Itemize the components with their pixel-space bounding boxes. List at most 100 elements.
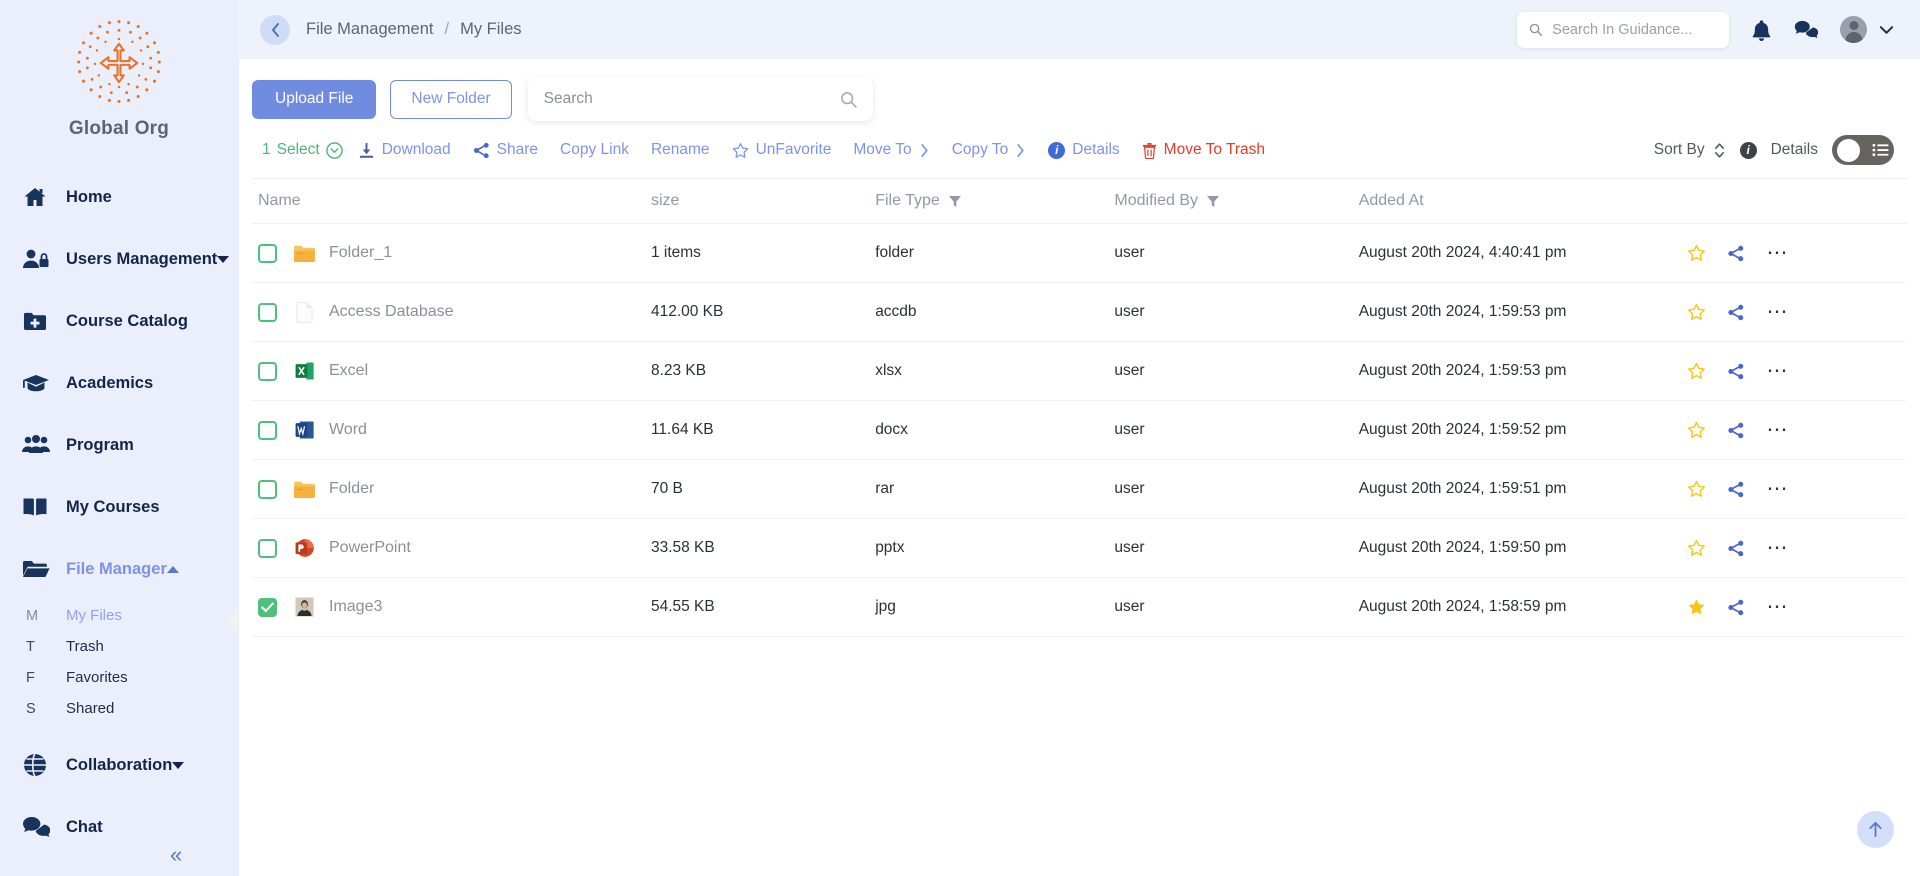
star-icon[interactable] [1687, 480, 1706, 498]
table-row[interactable]: Image3 54.55 KB jpg user August 20th 2024, 1… [252, 577, 1907, 637]
download-action[interactable]: Download [347, 141, 462, 159]
details-action[interactable]: i Details [1037, 141, 1130, 159]
rename-action[interactable]: Rename [640, 141, 721, 159]
table-row[interactable]: Access Database 412.00 KB accdb user August … [252, 282, 1907, 342]
cell-added-at: August 20th 2024, 1:59:53 pm [1358, 282, 1688, 342]
file-name[interactable]: Folder_1 [329, 244, 392, 262]
global-search[interactable] [1517, 11, 1729, 48]
upload-file-button[interactable]: Upload File [252, 79, 377, 119]
move-to-trash-action[interactable]: Move To Trash [1131, 141, 1276, 159]
column-modified-by[interactable]: Modified By [1114, 178, 1359, 224]
new-folder-button[interactable]: New Folder [390, 79, 512, 119]
sidebar-item-file-manager[interactable]: File Manager [0, 546, 238, 592]
file-name[interactable]: PowerPoint [329, 539, 411, 557]
sort-by-control[interactable]: Sort By [1654, 141, 1726, 160]
global-search-input[interactable] [1552, 21, 1717, 38]
ellipsis-icon[interactable]: ⋯ [1766, 360, 1788, 380]
sidebar-item-my-files[interactable]: M My Files [0, 600, 238, 631]
table-row[interactable]: Word 11.64 KB docx user August 20th 2024, 1:… [252, 400, 1907, 460]
share-icon[interactable] [1727, 599, 1745, 616]
sidebar-item-program[interactable]: Program [0, 422, 238, 468]
table-row[interactable]: Folder 70 Brar user August 20th 2024, 1:59:… [252, 459, 1907, 519]
avatar [1840, 16, 1867, 43]
share-icon[interactable] [1727, 245, 1745, 262]
sidebar-item-users-management[interactable]: Users Management [0, 236, 238, 282]
row-checkbox[interactable] [258, 597, 277, 617]
breadcrumb-current[interactable]: My Files [460, 20, 521, 39]
row-checkbox[interactable] [258, 420, 277, 440]
row-checkbox[interactable] [258, 361, 277, 381]
star-icon[interactable] [1687, 303, 1706, 321]
filter-icon[interactable] [1206, 195, 1219, 207]
sidebar-item-my-courses[interactable]: My Courses [0, 484, 238, 530]
chevron-up-icon[interactable] [166, 565, 179, 573]
star-icon[interactable] [1687, 244, 1706, 262]
sidebar-item-course-catalog[interactable]: Course Catalog [0, 298, 238, 344]
bell-icon[interactable] [1751, 19, 1772, 41]
share-icon[interactable] [1727, 481, 1745, 498]
ellipsis-icon[interactable]: ⋯ [1766, 596, 1788, 616]
breadcrumb-root[interactable]: File Management [306, 20, 433, 39]
row-checkbox[interactable] [258, 479, 277, 499]
scroll-to-top-button[interactable] [1857, 811, 1894, 848]
column-size[interactable]: size [650, 178, 876, 224]
sidebar-item-academics[interactable]: Academics [0, 360, 238, 406]
file-name[interactable]: Image3 [329, 598, 382, 616]
chevron-down-icon[interactable] [1879, 25, 1894, 35]
cell-row-actions: ⋯ [1687, 400, 1907, 460]
chevron-down-icon[interactable] [172, 761, 185, 769]
view-toggle[interactable] [1832, 135, 1894, 165]
back-button[interactable] [260, 14, 290, 45]
cell-file-type: accdb [875, 282, 1115, 342]
sidebar-collapse-button[interactable]: « [170, 844, 182, 866]
column-label: Name [258, 192, 301, 209]
copy-link-action[interactable]: Copy Link [549, 141, 640, 159]
sidebar-item-shared[interactable]: S Shared [0, 693, 238, 724]
column-file-type[interactable]: File Type [875, 178, 1115, 224]
share-icon[interactable] [1727, 422, 1745, 439]
sidebar-item-trash[interactable]: T Trash [0, 631, 238, 662]
star-icon[interactable] [1687, 421, 1706, 439]
user-menu[interactable] [1840, 16, 1894, 43]
file-name[interactable]: Access Database [329, 303, 454, 321]
star-icon[interactable] [1687, 362, 1706, 380]
info-icon[interactable]: i [1739, 141, 1757, 159]
sidebar-item-favorites[interactable]: F Favorites [0, 662, 238, 693]
copy-to-action[interactable]: Copy To [941, 141, 1038, 159]
column-name[interactable]: Name [252, 178, 651, 224]
file-name[interactable]: Excel [329, 362, 368, 380]
filter-icon[interactable] [948, 195, 961, 207]
share-icon[interactable] [1727, 540, 1745, 557]
file-search-input[interactable] [543, 90, 840, 108]
file-search[interactable] [527, 77, 873, 121]
column-added-at[interactable]: Added At [1358, 178, 1688, 224]
table-row[interactable]: Excel 8.23 KB xlsx user August 20th 2024, 1:… [252, 341, 1907, 401]
unfavorite-action[interactable]: UnFavorite [721, 141, 843, 159]
arrow-up-icon [1869, 821, 1882, 838]
move-to-action[interactable]: Move To [842, 141, 940, 159]
star-icon[interactable] [1687, 539, 1706, 557]
sidebar-item-home[interactable]: Home [0, 174, 238, 220]
file-name[interactable]: Word [329, 421, 367, 439]
share-icon[interactable] [1727, 304, 1745, 321]
sidebar-item-chat[interactable]: Chat [0, 804, 238, 850]
file-name[interactable]: Folder [329, 480, 374, 498]
chat-bubbles-icon[interactable] [1794, 19, 1818, 40]
row-checkbox[interactable] [258, 243, 277, 263]
share-action[interactable]: Share [462, 141, 549, 159]
select-control[interactable]: 1 Select [251, 141, 347, 159]
ellipsis-icon[interactable]: ⋯ [1766, 478, 1788, 498]
row-checkbox[interactable] [258, 538, 277, 558]
ellipsis-icon[interactable]: ⋯ [1766, 537, 1788, 557]
share-icon[interactable] [1727, 363, 1745, 380]
sidebar-item-collaboration[interactable]: Collaboration [0, 742, 238, 788]
chevron-down-circle-icon[interactable] [325, 141, 343, 159]
star-icon[interactable] [1687, 598, 1706, 616]
ellipsis-icon[interactable]: ⋯ [1766, 419, 1788, 439]
row-checkbox[interactable] [258, 302, 277, 322]
table-row[interactable]: PowerPoint 33.58 KB pptx user August 20th 20… [252, 518, 1907, 578]
table-row[interactable]: Folder_1 1 items folder user August 20th 202… [252, 223, 1907, 283]
ellipsis-icon[interactable]: ⋯ [1766, 301, 1788, 321]
chevron-down-icon[interactable] [217, 255, 230, 263]
ellipsis-icon[interactable]: ⋯ [1766, 242, 1788, 262]
